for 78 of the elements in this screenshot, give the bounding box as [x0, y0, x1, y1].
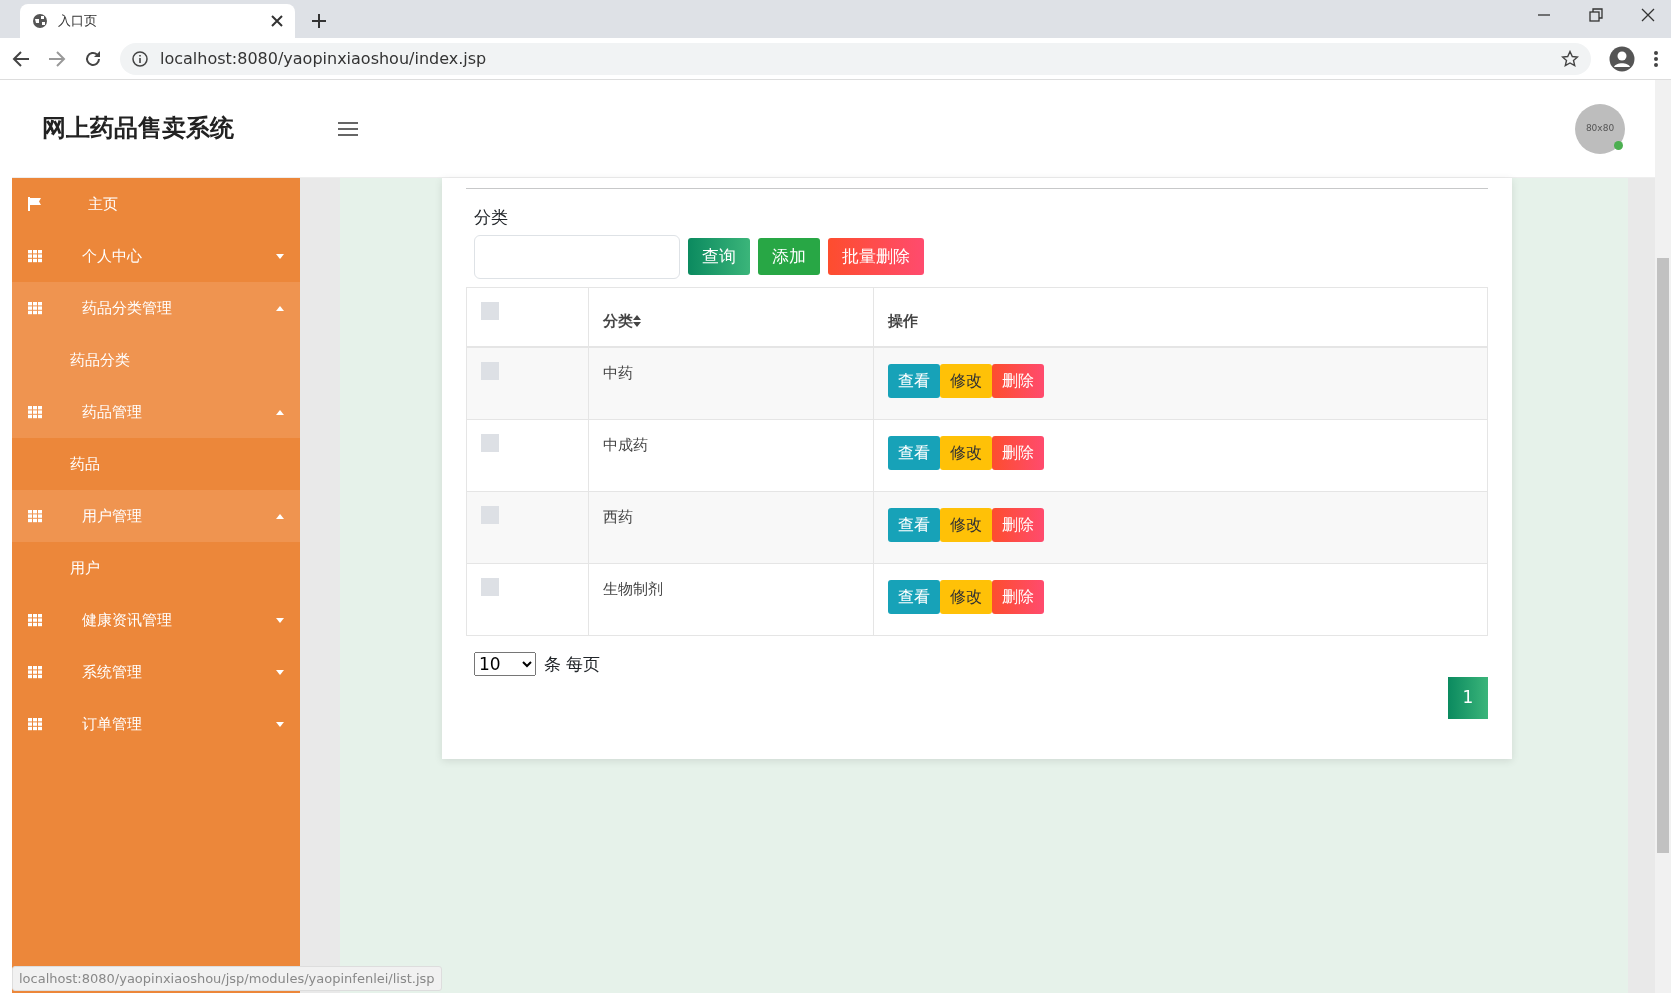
sidebar-subitem[interactable]: 药品分类 — [12, 334, 300, 386]
delete-button[interactable]: 删除 — [992, 364, 1044, 398]
close-icon[interactable] — [271, 15, 283, 27]
sidebar-item[interactable]: 健康资讯管理 — [12, 594, 300, 646]
caret-down-icon — [276, 253, 284, 259]
avatar[interactable]: 80x80 — [1575, 103, 1625, 154]
query-button[interactable]: 查询 — [688, 237, 750, 276]
address-bar[interactable]: localhost:8080/yaopinxiaoshou/index.jsp — [120, 42, 1591, 75]
tab-title: 入口页 — [58, 12, 98, 31]
row-checkbox[interactable] — [481, 577, 499, 596]
view-button[interactable]: 查看 — [888, 507, 940, 542]
reload-icon[interactable] — [84, 49, 102, 68]
grid-icon — [28, 665, 42, 679]
delete-button[interactable]: 删除 — [992, 507, 1044, 542]
sidebar-item[interactable]: 主页 — [12, 178, 300, 230]
restore-icon[interactable] — [1589, 8, 1603, 22]
back-arrow-icon[interactable] — [12, 49, 30, 68]
grid-icon — [28, 301, 42, 315]
table-cell: 中药 — [588, 347, 874, 419]
delete-button[interactable]: 批量删除 — [828, 237, 924, 276]
globe-icon — [32, 13, 48, 29]
table-cell: 西药 — [588, 491, 874, 563]
flag-icon — [28, 197, 42, 211]
edit-button[interactable]: 修改 — [940, 364, 992, 398]
status-url: localhost:8080/yaopinxiaoshou/jsp/modules/yaopinfenlei/list.jsp — [12, 965, 442, 991]
sort-icon — [633, 315, 641, 327]
column-header: 操作 — [873, 287, 1488, 347]
caret-down-icon — [276, 669, 284, 675]
delete-button[interactable]: 删除 — [992, 435, 1044, 470]
column-header[interactable]: 分类 — [588, 287, 874, 347]
sidebar-subitem[interactable]: 用户 — [12, 542, 300, 594]
delete-button[interactable]: 删除 — [992, 579, 1044, 614]
view-button[interactable]: 查看 — [888, 364, 940, 398]
grid-icon — [28, 613, 42, 627]
caret-up-icon — [276, 305, 284, 311]
edit-button[interactable]: 修改 — [940, 579, 992, 614]
page-size-select[interactable]: 10 — [474, 652, 536, 677]
select-all-checkbox[interactable] — [481, 301, 499, 320]
caret-up-icon — [276, 513, 284, 519]
app-title: 网上药品售卖系统 — [42, 114, 235, 143]
plus-icon[interactable] — [311, 13, 327, 29]
table-cell: 中成药 — [588, 419, 874, 491]
caret-down-icon — [276, 617, 284, 623]
view-button[interactable]: 查看 — [888, 435, 940, 470]
sidebar-item[interactable]: 用户管理 — [12, 490, 300, 542]
caret-up-icon — [276, 409, 284, 415]
forward-arrow-icon[interactable] — [48, 49, 66, 68]
sidebar-item[interactable]: 订单管理 — [12, 698, 300, 750]
sidebar-item[interactable]: 药品分类管理 — [12, 282, 300, 334]
menu-icon[interactable] — [337, 119, 359, 138]
view-button[interactable]: 查看 — [888, 579, 940, 614]
grid-icon — [28, 405, 42, 419]
edit-button[interactable]: 修改 — [940, 435, 992, 470]
page-size-label: 条 每页 — [544, 652, 601, 676]
table-cell: 生物制剂 — [588, 563, 874, 635]
sidebar-item[interactable]: 个人中心 — [12, 230, 300, 282]
field-label: 分类 — [474, 206, 509, 229]
row-checkbox[interactable] — [481, 362, 499, 380]
grid-icon — [28, 509, 42, 523]
row-checkbox[interactable] — [481, 505, 499, 524]
add-button[interactable]: 添加 — [758, 237, 820, 276]
search-field[interactable] — [474, 234, 680, 279]
close-icon[interactable] — [1641, 8, 1655, 22]
page-button[interactable]: 1 — [1448, 677, 1488, 719]
star-icon[interactable] — [1561, 49, 1579, 68]
sidebar-item[interactable]: 系统管理 — [12, 646, 300, 698]
row-checkbox[interactable] — [481, 433, 499, 452]
account-icon[interactable] — [1609, 45, 1635, 72]
url-text: localhost:8080/yaopinxiaoshou/index.jsp — [160, 47, 488, 70]
grid-icon — [28, 717, 42, 731]
info-icon — [132, 50, 148, 67]
sidebar-subitem[interactable]: 药品 — [12, 438, 300, 490]
edit-button[interactable]: 修改 — [940, 507, 992, 542]
more-icon[interactable] — [1653, 49, 1659, 68]
sidebar-item[interactable]: 药品管理 — [12, 386, 300, 438]
grid-icon — [28, 249, 42, 263]
browser-tab[interactable]: 入口页 — [20, 4, 295, 38]
caret-down-icon — [276, 721, 284, 727]
